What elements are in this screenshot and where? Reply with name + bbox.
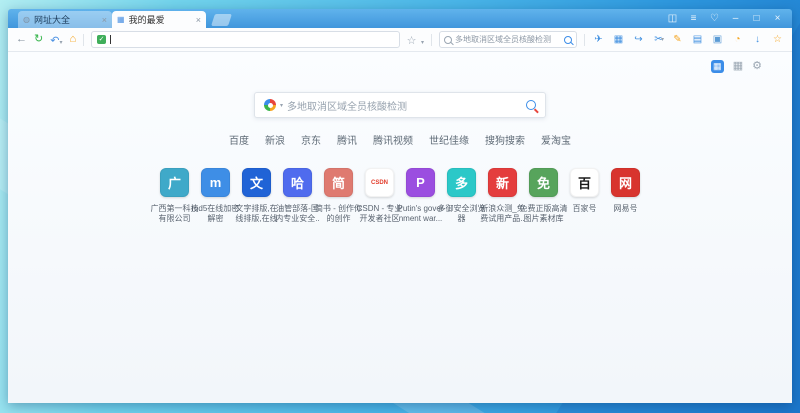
divider xyxy=(431,34,432,46)
tab-favicon-globe-icon: ◍ xyxy=(23,15,30,24)
toolbar-search-input[interactable]: 多地取消区域全员核酸检测 xyxy=(455,34,561,45)
site-tile[interactable]: 免 免费正版高清图片素材库 ... xyxy=(523,168,564,224)
site-tile[interactable]: 新 新浪众测_免费试用产品.. xyxy=(482,168,523,224)
view-toggle-bar: ▦ ▦ ⚙ xyxy=(711,60,762,73)
favorites-heart-icon[interactable]: ♡ xyxy=(704,9,725,28)
tab-close-icon[interactable]: × xyxy=(196,15,201,25)
chevron-down-icon: ▾ xyxy=(59,40,62,46)
quick-link-tencent[interactable]: 腾讯 xyxy=(337,132,357,147)
bookmark-star-button[interactable]: ☆ ▾ xyxy=(407,31,424,49)
screenshot-tool-button[interactable]: ✂▾ xyxy=(652,35,664,45)
site-favicon-baijiahao: 百 xyxy=(570,168,599,197)
titlebar: ◍ 网址大全 × ▦ 我的最爱 × ◫ ≡ ♡ – □ × xyxy=(8,9,792,28)
gallery-extension-icon[interactable]: ▦ xyxy=(612,35,625,45)
close-button[interactable]: × xyxy=(767,9,788,28)
text-caret xyxy=(110,35,111,44)
tab-title: 网址大全 xyxy=(34,13,98,26)
maximize-button[interactable]: □ xyxy=(746,9,767,28)
skin-star-icon[interactable]: ☆ xyxy=(771,35,784,45)
search-icon xyxy=(444,36,452,44)
desktop-background: ◍ 网址大全 × ▦ 我的最爱 × ◫ ≡ ♡ – □ × ← ↻ ↶▾ xyxy=(0,0,800,413)
quick-link-aitaobao[interactable]: 爱淘宝 xyxy=(541,132,571,147)
pen-extension-icon[interactable]: ✎ xyxy=(671,35,684,45)
divider xyxy=(584,34,585,46)
tab-my-favorites[interactable]: ▦ 我的最爱 × xyxy=(112,11,206,28)
undo-dropdown[interactable]: ↶▾ xyxy=(50,31,62,49)
tab-title: 我的最爱 xyxy=(129,13,192,26)
chevron-down-icon: ▾ xyxy=(661,36,664,43)
security-shield-icon[interactable]: ✓ xyxy=(97,35,106,44)
grid-view-icon[interactable]: ▦ xyxy=(733,60,743,73)
chevron-down-icon[interactable]: ▾ xyxy=(280,102,283,109)
share-extension-icon[interactable]: ↪ xyxy=(632,35,645,45)
divider xyxy=(83,34,84,46)
site-tile[interactable]: 哈 油管部落-国内专业安全.. xyxy=(277,168,318,224)
toolbar-search-field[interactable]: 多地取消区域全员核酸检测 xyxy=(439,31,577,48)
main-search-box[interactable]: ▾ 多地取消区域全员核酸检测 xyxy=(254,92,546,118)
browser-window: ◍ 网址大全 × ▦ 我的最爱 × ◫ ≡ ♡ – □ × ← ↻ ↶▾ xyxy=(8,9,792,403)
star-icon: ☆ xyxy=(407,35,417,47)
new-tab-button[interactable] xyxy=(211,14,232,26)
center-column: ▾ 多地取消区域全员核酸检测 百度 新浪 京东 腾讯 腾讯视频 世纪佳缘 搜狗搜… xyxy=(8,92,792,224)
site-tile[interactable]: 广 广西第一科技有限公司 xyxy=(154,168,195,224)
site-tile[interactable]: 文 文字排版,在线排版,在线排... xyxy=(236,168,277,224)
clock-extension-icon[interactable]: ◔ xyxy=(731,35,744,45)
main-search-input[interactable]: 多地取消区域全员核酸检测 xyxy=(287,98,522,113)
site-tile[interactable]: 网 网易号 xyxy=(605,168,646,224)
site-favicon: 网 xyxy=(611,168,640,197)
newtab-page: ▦ ▦ ⚙ ▾ 多地取消区域全员核酸检测 百度 新浪 京东 腾讯 腾讯视频 世 xyxy=(8,52,792,403)
quick-link-jd[interactable]: 京东 xyxy=(301,132,321,147)
site-tile[interactable]: 简 简书 - 创作你的创作 xyxy=(318,168,359,224)
site-favicon: 免 xyxy=(529,168,558,197)
toolbar: ← ↻ ↶▾ ⌂ ✓ ☆ ▾ 多地取消区域全员核酸检测 ✈ ▦ ↪ ✂▾ ✎ xyxy=(8,28,792,52)
tab-url-collection[interactable]: ◍ 网址大全 × xyxy=(18,11,112,28)
site-favicon: 新 xyxy=(488,168,517,197)
site-favicon-csdn: CSDN xyxy=(365,168,394,197)
tab-favicon-grid-icon: ▦ xyxy=(117,15,125,24)
window-controls: ◫ ≡ ♡ – □ × xyxy=(662,9,788,28)
home-icon[interactable]: ⌂ xyxy=(69,34,76,45)
boss-panel-icon[interactable]: ◫ xyxy=(662,9,683,28)
quick-link-jiayuan[interactable]: 世纪佳缘 xyxy=(429,132,469,147)
address-bar[interactable]: ✓ xyxy=(91,31,400,48)
quick-link-sogou[interactable]: 搜狗搜索 xyxy=(485,132,525,147)
site-favicon: m xyxy=(201,168,230,197)
minimize-button[interactable]: – xyxy=(725,9,746,28)
site-favicon: 广 xyxy=(160,168,189,197)
site-favicon: 多 xyxy=(447,168,476,197)
site-tile[interactable]: 多 多御安全浏览器 xyxy=(441,168,482,224)
site-favicon: P xyxy=(406,168,435,197)
quick-link-sina[interactable]: 新浪 xyxy=(265,132,285,147)
grid-view-active-icon[interactable]: ▦ xyxy=(711,60,724,73)
site-tile[interactable]: CSDN CSDN - 专业开发者社区 xyxy=(359,168,400,224)
folder-extension-icon[interactable]: ▣ xyxy=(711,35,724,45)
quick-link-baidu[interactable]: 百度 xyxy=(229,132,249,147)
gear-icon[interactable]: ⚙ xyxy=(752,60,762,73)
site-tile[interactable]: P Putin's government war... xyxy=(400,168,441,224)
refresh-icon[interactable]: ↻ xyxy=(34,34,43,45)
back-icon[interactable]: ← xyxy=(16,34,27,45)
tab-close-icon[interactable]: × xyxy=(102,15,107,25)
site-favicon: 哈 xyxy=(283,168,312,197)
quick-links-row: 百度 新浪 京东 腾讯 腾讯视频 世纪佳缘 搜狗搜索 爱淘宝 xyxy=(229,132,571,147)
site-tile[interactable]: 百 百家号 xyxy=(564,168,605,224)
library-extension-icon[interactable]: ▤ xyxy=(691,35,704,45)
search-go-icon[interactable] xyxy=(564,36,572,44)
search-icon[interactable] xyxy=(526,100,536,110)
site-tiles-grid: 广 广西第一科技有限公司 m md5在线加密解密 文 文字排版,在线排版,在线排… xyxy=(154,168,646,224)
site-favicon: 简 xyxy=(324,168,353,197)
site-favicon: 文 xyxy=(242,168,271,197)
search-engine-logo-icon[interactable] xyxy=(264,99,276,111)
quick-link-tencent-video[interactable]: 腾讯视频 xyxy=(373,132,413,147)
site-tile[interactable]: m md5在线加密解密 xyxy=(195,168,236,224)
menu-icon[interactable]: ≡ xyxy=(683,9,704,28)
chevron-down-icon: ▾ xyxy=(421,40,424,46)
site-label: 网易号 xyxy=(602,204,650,224)
plane-extension-icon[interactable]: ✈ xyxy=(592,35,605,45)
download-icon[interactable]: ↓ xyxy=(751,35,764,45)
